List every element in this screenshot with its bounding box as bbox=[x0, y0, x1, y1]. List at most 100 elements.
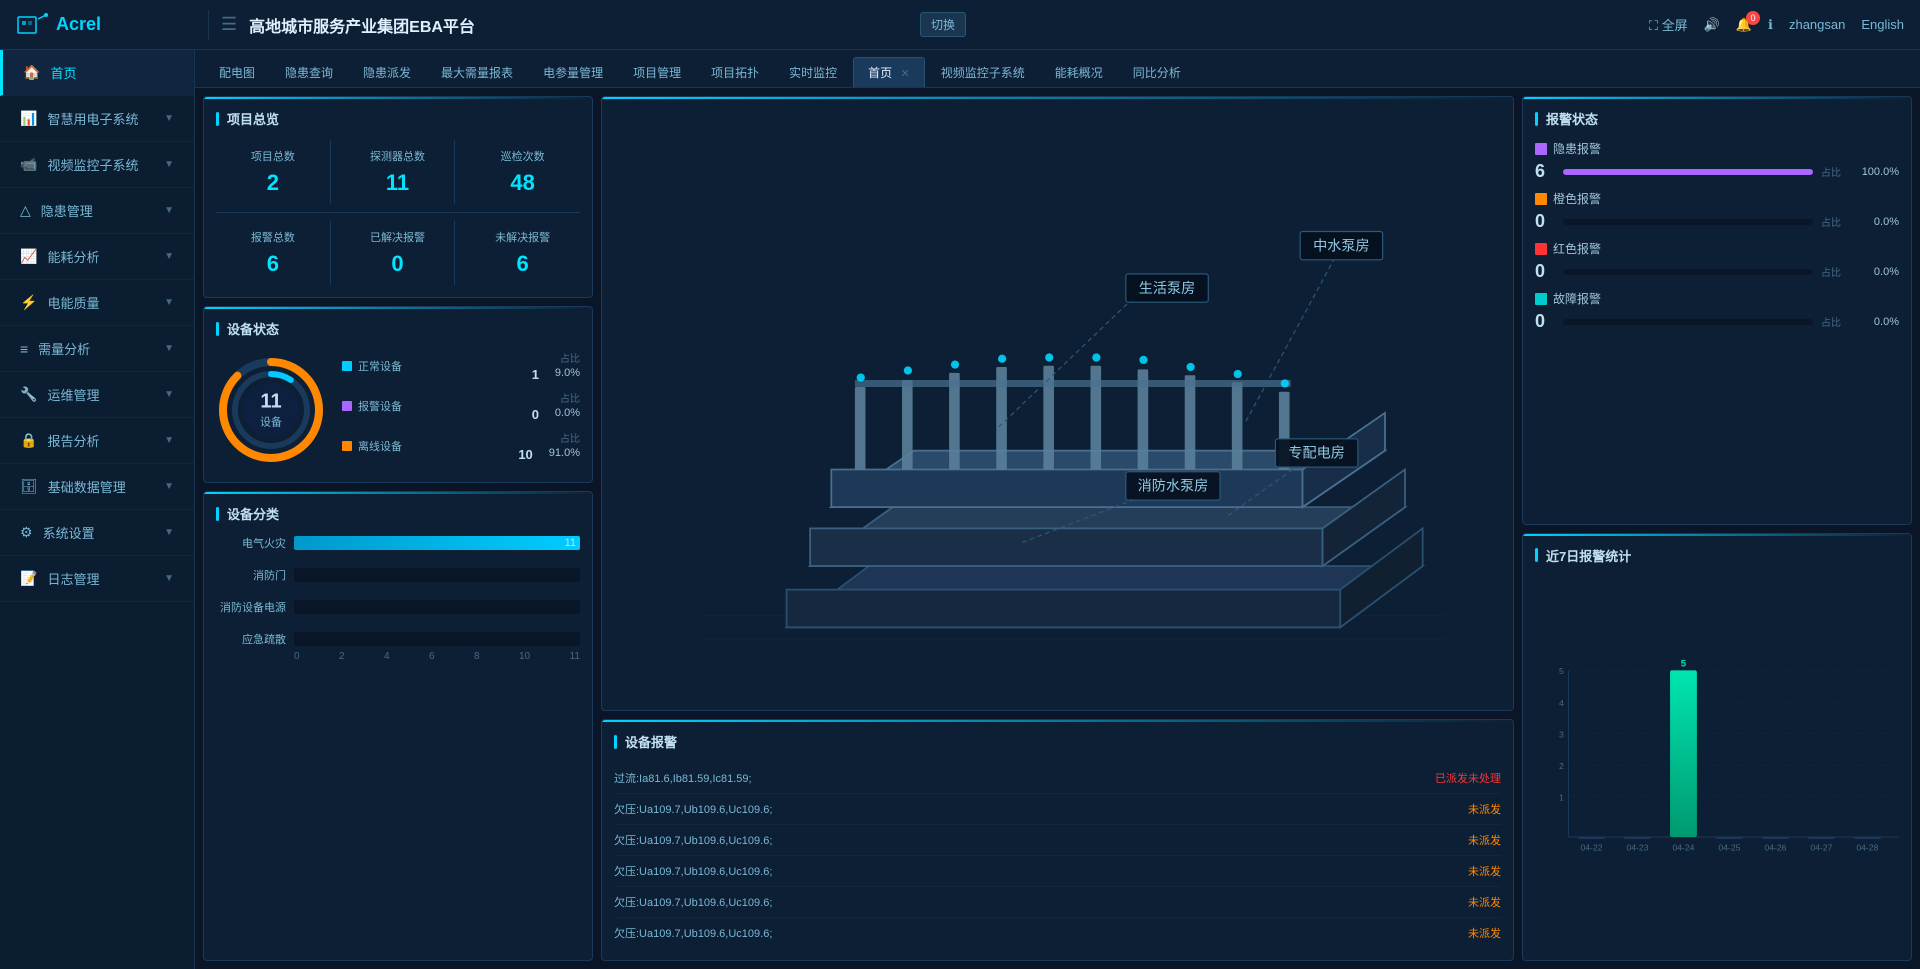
switch-button[interactable]: 切换 bbox=[920, 12, 966, 37]
basedata-icon: 🗄 bbox=[20, 478, 38, 495]
main-layout: 🏠 首页 📊 智慧用电子系统 ▼ 📹 视频监控子系统 ▼ △ 隐患管理 ▼ bbox=[0, 50, 1920, 969]
arrow-icon-3: ▼ bbox=[164, 205, 174, 216]
sidebar-label-report: 报告分析 bbox=[47, 431, 99, 450]
tab-max-demand[interactable]: 最大需量报表 bbox=[427, 58, 527, 87]
svg-text:04-26: 04-26 bbox=[1764, 842, 1786, 852]
arrow-icon-9: ▼ bbox=[164, 481, 174, 492]
fullscreen-button[interactable]: ⛶ 全屏 bbox=[1649, 15, 1688, 34]
sidebar-item-smart-electric[interactable]: 📊 智慧用电子系统 ▼ bbox=[0, 96, 194, 142]
donut-chart: 11 设备 bbox=[216, 355, 326, 465]
settings-icon: ⚙ bbox=[20, 524, 33, 541]
arrow-icon-6: ▼ bbox=[164, 343, 174, 354]
7day-chart: 5 4 3 2 1 04-22 04-23 5 bbox=[1535, 577, 1899, 950]
arrow-icon-10: ▼ bbox=[164, 527, 174, 538]
info-icon[interactable]: ℹ bbox=[1768, 17, 1773, 33]
sidebar-label-demand: 需量分析 bbox=[38, 339, 90, 358]
svg-text:04-24: 04-24 bbox=[1672, 842, 1694, 852]
arrow-icon-7: ▼ bbox=[164, 389, 174, 400]
sidebar-item-settings[interactable]: ⚙ 系统设置 ▼ bbox=[0, 510, 194, 556]
sidebar-item-basedata[interactable]: 🗄 基础数据管理 ▼ bbox=[0, 464, 194, 510]
sidebar-item-hazard[interactable]: △ 隐患管理 ▼ bbox=[0, 188, 194, 234]
sidebar-label-hazard: 隐患管理 bbox=[41, 201, 93, 220]
alarm-chart-panel: 近7日报警统计 5 4 3 bbox=[1522, 533, 1912, 962]
topbar-right: ⛶ 全屏 🔊 🔔 0 ℹ zhangsan English bbox=[1649, 15, 1904, 34]
sidebar-item-power[interactable]: ⚡ 电能质量 ▼ bbox=[0, 280, 194, 326]
username: zhangsan bbox=[1789, 17, 1845, 32]
page-title: 高地城市服务产业集团EBA平台 bbox=[249, 13, 908, 37]
sidebar-label-basedata: 基础数据管理 bbox=[48, 477, 126, 496]
sidebar-label-power: 电能质量 bbox=[47, 293, 99, 312]
close-tab-icon[interactable]: ✕ bbox=[900, 68, 909, 80]
tab-hazard-dispatch[interactable]: 隐患派发 bbox=[349, 58, 425, 87]
stat: 未解决报警 6 bbox=[465, 221, 580, 285]
report-icon: 🔒 bbox=[20, 432, 37, 449]
energy-icon: 📈 bbox=[20, 248, 37, 265]
stat: 探测器总数 11 bbox=[341, 140, 456, 204]
donut-center: 11 设备 bbox=[260, 391, 282, 430]
arrow-icon: ▼ bbox=[164, 113, 174, 124]
tab-home[interactable]: 首页 ✕ bbox=[853, 57, 925, 87]
sidebar-item-video[interactable]: 📹 视频监控子系统 ▼ bbox=[0, 142, 194, 188]
alarm-list-item: 欠压:Ua109.7,Ub109.6,Uc109.6; 未派发 bbox=[614, 887, 1501, 918]
tab-hazard-query[interactable]: 隐患查询 bbox=[271, 58, 347, 87]
sidebar-item-ops[interactable]: 🔧 运维管理 ▼ bbox=[0, 372, 194, 418]
sidebar-label-energy: 能耗分析 bbox=[47, 247, 99, 266]
sidebar-item-demand[interactable]: ≡ 需量分析 ▼ bbox=[0, 326, 194, 372]
sidebar-item-energy[interactable]: 📈 能耗分析 ▼ bbox=[0, 234, 194, 280]
svg-text:专配电房: 专配电房 bbox=[1288, 445, 1345, 461]
stat: 已解决报警 0 bbox=[341, 221, 456, 285]
arrow-icon-11: ▼ bbox=[164, 573, 174, 584]
logo: Acrel bbox=[16, 9, 196, 41]
demand-icon: ≡ bbox=[20, 341, 28, 357]
alarm-list-item: 欠压:Ua109.7,Ub109.6,Uc109.6; 未派发 bbox=[614, 856, 1501, 887]
alarm-status-panel: 报警状态 隐患报警 6 占比 100.0% bbox=[1522, 96, 1912, 525]
svg-text:3: 3 bbox=[1559, 729, 1564, 739]
menu-icon[interactable]: ☰ bbox=[221, 14, 237, 35]
svg-text:04-23: 04-23 bbox=[1626, 842, 1648, 852]
sidebar-label-home: 首页 bbox=[50, 63, 76, 82]
topbar: Acrel ☰ 高地城市服务产业集团EBA平台 切换 ⛶ 全屏 🔊 🔔 0 ℹ … bbox=[0, 0, 1920, 50]
arrow-icon-8: ▼ bbox=[164, 435, 174, 446]
alarm-list-item: 欠压:Ua109.7,Ub109.6,Uc109.6; 未派发 bbox=[614, 825, 1501, 856]
device-status-panel: 设备状态 11 设备 bbox=[203, 306, 593, 483]
svg-text:04-27: 04-27 bbox=[1810, 842, 1832, 852]
project-overview-title: 项目总览 bbox=[216, 109, 580, 128]
sidebar-item-report[interactable]: 🔒 报告分析 ▼ bbox=[0, 418, 194, 464]
sidebar: 🏠 首页 📊 智慧用电子系统 ▼ 📹 视频监控子系统 ▼ △ 隐患管理 ▼ bbox=[0, 50, 195, 969]
hazard-icon: △ bbox=[20, 202, 31, 219]
tab-video-monitor[interactable]: 视频监控子系统 bbox=[927, 58, 1039, 87]
sidebar-label-ops: 运维管理 bbox=[47, 385, 99, 404]
sidebar-label-logs: 日志管理 bbox=[47, 569, 99, 588]
bell-badge[interactable]: 🔔 0 bbox=[1736, 17, 1752, 33]
tab-realtime-monitor[interactable]: 实时监控 bbox=[775, 58, 851, 87]
svg-text:2: 2 bbox=[1559, 760, 1564, 770]
volume-icon[interactable]: 🔊 bbox=[1704, 17, 1720, 33]
svg-text:5: 5 bbox=[1681, 658, 1687, 669]
stat: 报警总数 6 bbox=[216, 221, 331, 285]
tab-config-diagram[interactable]: 配电图 bbox=[205, 58, 269, 87]
content-area: 配电图 隐患查询 隐患派发 最大需量报表 电参量管理 项目管理 项目拓扑 实时监… bbox=[195, 50, 1920, 969]
sidebar-item-logs[interactable]: 📝 日志管理 ▼ bbox=[0, 556, 194, 602]
building-3d-panel: 生活泵房 中水泵房 消防水泵房 专配电房 bbox=[601, 96, 1514, 711]
svg-text:04-22: 04-22 bbox=[1581, 842, 1603, 852]
tab-electric-mgmt[interactable]: 电参量管理 bbox=[529, 58, 617, 87]
svg-text:消防水泵房: 消防水泵房 bbox=[1138, 478, 1209, 494]
alarm-list-item: 过流:Ia81.6,Ib81.59,Ic81.59; 已派发未处理 bbox=[614, 763, 1501, 794]
tab-yoy-analysis[interactable]: 同比分析 bbox=[1119, 58, 1195, 87]
sidebar-label-settings: 系统设置 bbox=[43, 523, 95, 542]
power-icon: ⚡ bbox=[20, 294, 37, 311]
device-alarm-panel: 设备报警 过流:Ia81.6,Ib81.59,Ic81.59; 已派发未处理 欠… bbox=[601, 719, 1514, 961]
sidebar-item-home[interactable]: 🏠 首页 bbox=[0, 50, 194, 96]
svg-text:1: 1 bbox=[1559, 792, 1564, 802]
svg-text:生活泵房: 生活泵房 bbox=[1139, 280, 1196, 296]
logs-icon: 📝 bbox=[20, 570, 37, 587]
tab-project-topo[interactable]: 项目拓扑 bbox=[697, 58, 773, 87]
tab-energy-overview[interactable]: 能耗概况 bbox=[1041, 58, 1117, 87]
home-icon: 🏠 bbox=[23, 64, 40, 81]
language-selector[interactable]: English bbox=[1861, 17, 1904, 32]
svg-text:04-28: 04-28 bbox=[1856, 842, 1878, 852]
alarm-list-item: 欠压:Ua109.7,Ub109.6,Uc109.6; 未派发 bbox=[614, 794, 1501, 825]
project-overview-panel: 项目总览 项目总数 2 探测器总数 11 巡检次数 48 bbox=[203, 96, 593, 298]
stat: 项目总数 2 bbox=[216, 140, 331, 204]
tab-project-mgmt[interactable]: 项目管理 bbox=[619, 58, 695, 87]
